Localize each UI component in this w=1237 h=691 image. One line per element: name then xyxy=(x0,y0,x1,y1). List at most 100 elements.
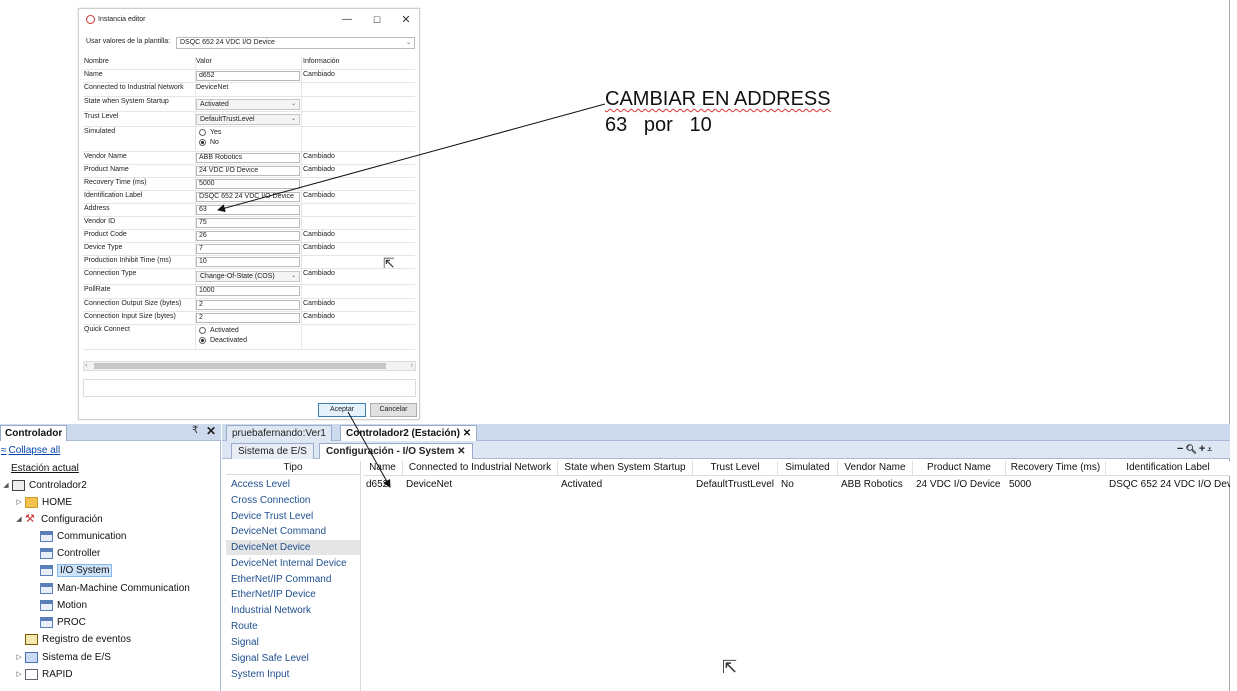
tree-item-controller[interactable]: ◢ Controlador2 xyxy=(0,477,87,493)
recovery-time-field[interactable]: 5000 xyxy=(196,179,300,189)
list-item[interactable]: Device Trust Level xyxy=(226,509,360,524)
collapsed-icon[interactable]: ▷ xyxy=(13,670,25,678)
current-station-link[interactable]: Estación actual xyxy=(11,463,79,474)
document-tab-bar: pruebafernando:Ver1 Controlador2 (Estaci… xyxy=(222,424,1230,441)
minimize-icon[interactable]: — xyxy=(340,13,354,27)
list-item[interactable]: Route xyxy=(226,619,360,634)
list-item[interactable]: Cross Connection xyxy=(226,493,360,508)
column-header[interactable]: Name xyxy=(363,461,403,476)
connection-type-select[interactable]: Change-Of-State (COS) ⌄ xyxy=(196,271,300,282)
scrollbar-thumb[interactable] xyxy=(94,363,386,369)
table-cell[interactable]: ABB Robotics xyxy=(838,477,913,492)
tree-item-proc[interactable]: PROC xyxy=(28,614,86,630)
property-row-name: Name d652 Cambiado xyxy=(83,70,415,83)
list-item[interactable]: DeviceNet Command xyxy=(226,524,360,539)
column-header[interactable]: Identification Label xyxy=(1106,461,1230,476)
table-cell[interactable]: DeviceNet xyxy=(403,477,558,492)
list-item[interactable]: EtherNet/IP Device xyxy=(226,587,360,602)
pollrate-field[interactable]: 1000 xyxy=(196,286,300,296)
list-item[interactable]: System Input xyxy=(226,667,360,682)
quick-activated-radio[interactable]: Activated xyxy=(199,327,239,334)
close-icon[interactable]: ✕ xyxy=(457,446,465,457)
tree-item-motion[interactable]: Motion xyxy=(28,597,87,613)
expanded-icon[interactable]: ◢ xyxy=(0,481,12,489)
column-header[interactable]: Simulated xyxy=(778,461,838,476)
simulated-no-radio[interactable]: No xyxy=(199,139,219,146)
identification-label-field[interactable]: DSQC 652 24 VDC I/O Device xyxy=(196,192,300,202)
column-header[interactable]: Connected to Industrial Network xyxy=(403,461,558,476)
column-header[interactable]: Vendor Name xyxy=(838,461,913,476)
inhibit-time-field[interactable]: 10 xyxy=(196,257,300,267)
property-row-trust: Trust Level DefaultTrustLevel ⌄ xyxy=(83,112,415,127)
address-field[interactable]: 63 xyxy=(196,205,300,215)
table-cell[interactable]: 5000 xyxy=(1006,477,1106,492)
input-size-field[interactable]: 2 xyxy=(196,313,300,323)
tree-item-io-systems[interactable]: ▷ Sistema de E/S xyxy=(13,649,111,665)
list-item[interactable]: Signal Safe Level xyxy=(226,651,360,666)
device-type-field[interactable]: 7 xyxy=(196,244,300,254)
trust-select[interactable]: DefaultTrustLevel ⌄ xyxy=(196,114,300,125)
tab-controller-station[interactable]: Controlador2 (Estación) ✕ xyxy=(340,425,478,441)
scroll-left-icon[interactable]: ‹ xyxy=(85,362,87,369)
name-field[interactable]: d652 xyxy=(196,71,300,81)
table-cell[interactable]: DefaultTrustLevel xyxy=(693,477,778,492)
horizontal-scrollbar[interactable]: ‹ › xyxy=(83,361,416,371)
close-icon[interactable]: ✕ xyxy=(206,424,216,438)
maximize-icon[interactable]: ☐ xyxy=(370,13,384,27)
collapse-all-link[interactable]: ≈ Collapse all xyxy=(1,445,60,456)
controller-tab[interactable]: Controlador xyxy=(0,425,68,441)
column-header[interactable]: Recovery Time (ms) xyxy=(1006,461,1106,476)
property-row-product-name: Product Name 24 VDC I/O Device Cambiado xyxy=(83,165,415,178)
property-info: Cambiado xyxy=(303,244,335,251)
tree-item-controller-config[interactable]: Controller xyxy=(28,545,100,561)
cancel-button[interactable]: Cancelar xyxy=(370,403,417,417)
startup-select[interactable]: Activated ⌄ xyxy=(196,99,300,110)
network-value[interactable]: DeviceNet xyxy=(196,84,300,91)
pin-dropdown-icon[interactable]: ₹ xyxy=(192,425,198,436)
table-cell[interactable]: Activated xyxy=(558,477,693,492)
tree-item-rapid[interactable]: ▷ RAPID xyxy=(13,666,73,682)
tree-item-home[interactable]: ▷ HOME xyxy=(13,494,72,510)
tab-io-system[interactable]: Sistema de E/S xyxy=(231,443,314,459)
search-icon[interactable]: 🔍︎ xyxy=(1185,444,1198,454)
expanded-icon[interactable]: ◢ xyxy=(13,515,25,523)
list-item[interactable]: Access Level xyxy=(226,477,360,492)
accept-button[interactable]: Aceptar xyxy=(318,403,366,417)
tab-configuration-io[interactable]: Configuración - I/O System ✕ xyxy=(319,443,473,459)
column-header[interactable]: State when System Startup xyxy=(558,461,693,476)
product-code-field[interactable]: 26 xyxy=(196,231,300,241)
dropdown-icon[interactable]: ⩡ xyxy=(1207,445,1214,454)
tree-item-event-log[interactable]: Registro de eventos xyxy=(13,631,131,647)
collapsed-icon[interactable]: ▷ xyxy=(13,653,25,661)
vendor-id-field[interactable]: 75 xyxy=(196,218,300,228)
table-cell[interactable]: d652 xyxy=(363,477,403,492)
column-header-name: Nombre xyxy=(84,58,109,65)
property-label: Connected to Industrial Network xyxy=(84,84,184,91)
table-cell[interactable]: DSQC 652 24 VDC I/O Dev xyxy=(1106,477,1230,492)
list-item[interactable]: DeviceNet Internal Device xyxy=(226,556,360,571)
output-size-field[interactable]: 2 xyxy=(196,300,300,310)
table-cell[interactable]: No xyxy=(778,477,838,492)
collapsed-icon[interactable]: ▷ xyxy=(13,498,25,506)
list-item[interactable]: DeviceNet Device xyxy=(226,540,360,555)
list-item[interactable]: EtherNet/IP Command xyxy=(226,572,360,587)
close-icon[interactable]: ✕ xyxy=(399,13,413,27)
close-icon[interactable]: ✕ xyxy=(463,428,471,439)
column-header[interactable]: Product Name xyxy=(913,461,1006,476)
tree-item-io-system[interactable]: I/O System xyxy=(28,562,113,578)
tree-item-mmc[interactable]: Man-Machine Communication xyxy=(28,580,190,596)
list-item[interactable]: Signal xyxy=(226,635,360,650)
list-item[interactable]: Industrial Network xyxy=(226,603,360,618)
tree-item-communication[interactable]: Communication xyxy=(28,528,126,544)
product-name-field[interactable]: 24 VDC I/O Device xyxy=(196,166,300,176)
table-cell[interactable]: 24 VDC I/O Device xyxy=(913,477,1006,492)
tab-pruebafernando[interactable]: pruebafernando:Ver1 xyxy=(226,425,332,441)
simulated-yes-radio[interactable]: Yes xyxy=(199,129,221,136)
scroll-right-icon[interactable]: › xyxy=(411,362,413,369)
property-row-recovery: Recovery Time (ms) 5000 xyxy=(83,178,415,191)
vendor-name-field[interactable]: ABB Robotics xyxy=(196,153,300,163)
template-select[interactable]: DSQC 652 24 VDC I/O Device ⌄ xyxy=(176,37,415,49)
tree-item-configuration[interactable]: ◢ ⚒ Configuración xyxy=(13,511,102,527)
column-header[interactable]: Trust Level xyxy=(693,461,778,476)
quick-deactivated-radio[interactable]: Deactivated xyxy=(199,337,247,344)
